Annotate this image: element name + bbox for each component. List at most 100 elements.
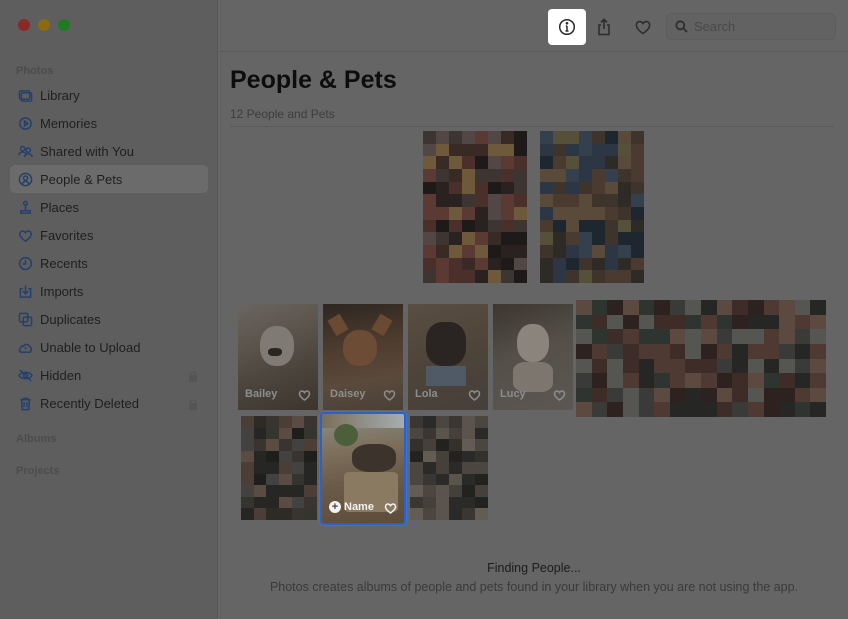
sidebar-item-label: Unable to Upload <box>40 339 141 355</box>
mosaic-cell <box>462 508 475 520</box>
mosaic-cell <box>436 131 449 144</box>
mosaic-cell <box>631 131 644 144</box>
mosaic-cell <box>566 270 579 283</box>
mosaic-cell <box>410 427 423 440</box>
mosaic-cell <box>638 343 655 359</box>
sidebar-item-duplicates[interactable]: Duplicates <box>10 305 208 333</box>
mosaic-cell <box>716 387 733 403</box>
heart-icon[interactable] <box>468 388 481 401</box>
mosaic-cell <box>266 416 279 428</box>
mosaic-cell <box>732 358 748 374</box>
mosaic-cell <box>475 473 488 486</box>
mosaic-cell <box>514 245 527 258</box>
sidebar-item-shared-with-you[interactable]: Shared with You <box>10 137 208 165</box>
mosaic-cell <box>763 387 780 403</box>
favorite-button[interactable] <box>624 9 662 45</box>
mosaic-cell <box>810 300 826 315</box>
pet-tile-daisey[interactable]: Daisey <box>323 304 403 410</box>
person-tile[interactable] <box>576 300 826 417</box>
mosaic-cell <box>475 485 488 497</box>
sidebar-item-people-and-pets[interactable]: People & Pets <box>10 165 208 193</box>
sidebar-item-library[interactable]: Library <box>10 81 208 109</box>
mosaic-cell <box>488 169 501 182</box>
mosaic-cell <box>462 270 475 283</box>
mosaic-cell <box>475 439 488 451</box>
mosaic-cell <box>475 194 488 207</box>
heart-icon[interactable] <box>384 501 397 514</box>
section-label-albums[interactable]: Albums <box>16 433 56 445</box>
mosaic-cell <box>631 219 644 233</box>
mosaic-cell <box>304 450 317 463</box>
heart-icon[interactable] <box>383 388 396 401</box>
person-tile[interactable] <box>410 416 488 520</box>
mosaic-cell <box>449 270 462 283</box>
sidebar-item-recently-deleted[interactable]: Recently Deleted <box>10 389 208 417</box>
sidebar-item-favorites[interactable]: Favorites <box>10 221 208 249</box>
section-label-projects[interactable]: Projects <box>16 465 59 477</box>
mosaic-cell <box>462 169 475 182</box>
mosaic-cell <box>514 219 527 233</box>
info-button[interactable] <box>548 9 586 45</box>
close-window-button[interactable] <box>18 19 30 31</box>
mosaic-cell <box>654 358 670 374</box>
mosaic-cell <box>622 329 639 344</box>
mosaic-cell <box>669 373 686 388</box>
mosaic-cell <box>266 473 279 486</box>
mosaic-cell <box>716 329 733 344</box>
mosaic-cell <box>566 207 579 220</box>
mosaic-cell <box>810 387 826 403</box>
add-name-label: Name <box>344 501 374 513</box>
share-button[interactable] <box>585 9 623 45</box>
window-controls <box>18 19 70 31</box>
mosaic-cell <box>462 450 475 463</box>
person-tile[interactable] <box>423 131 527 283</box>
mosaic-cell <box>436 169 449 182</box>
mosaic-cell <box>475 450 488 463</box>
mosaic-cell <box>669 343 686 359</box>
heart-icon[interactable] <box>553 388 566 401</box>
mosaic-cell <box>514 181 527 195</box>
unnamed-pet-tile[interactable]: + Name <box>320 412 406 525</box>
mosaic-cell <box>462 207 475 220</box>
mosaic-cell <box>553 143 566 157</box>
mosaic-cell <box>253 508 267 520</box>
mosaic-cell <box>618 156 631 169</box>
sidebar-item-hidden[interactable]: Hidden <box>10 361 208 389</box>
mosaic-cell <box>685 329 701 344</box>
sidebar-item-recents[interactable]: Recents <box>10 249 208 277</box>
add-name-button[interactable]: + Name <box>329 501 374 513</box>
mosaic-cell <box>436 508 449 520</box>
mosaic-cell <box>488 245 501 258</box>
mosaic-cell <box>514 143 527 157</box>
pet-tile-lucy[interactable]: Lucy <box>493 304 573 410</box>
mosaic-cell <box>618 143 631 157</box>
mosaic-cell <box>685 343 701 359</box>
mosaic-cell <box>475 156 488 169</box>
heart-icon[interactable] <box>298 388 311 401</box>
sidebar-item-memories[interactable]: Memories <box>10 109 208 137</box>
minimize-window-button[interactable] <box>38 19 50 31</box>
mosaic-cell <box>279 508 292 520</box>
sidebar-item-places[interactable]: Places <box>10 193 208 221</box>
maximize-window-button[interactable] <box>58 19 70 31</box>
mosaic-cell <box>618 219 631 233</box>
person-tile[interactable] <box>540 131 644 283</box>
mosaic-cell <box>592 143 605 157</box>
mosaic-cell <box>631 181 644 195</box>
pet-tile-bailey[interactable]: Bailey <box>238 304 318 410</box>
mosaic-cell <box>423 473 436 486</box>
search-field[interactable] <box>666 13 836 40</box>
mosaic-cell <box>747 329 764 344</box>
mosaic-cell <box>241 508 254 520</box>
mosaic-cell <box>810 343 826 359</box>
mosaic-cell <box>576 314 592 330</box>
mosaic-cell <box>253 427 267 440</box>
mosaic-cell <box>475 427 488 440</box>
person-tile[interactable] <box>241 416 317 520</box>
sidebar-item-unable-to-upload[interactable]: Unable to Upload <box>10 333 208 361</box>
search-input[interactable] <box>694 19 824 34</box>
sidebar-item-imports[interactable]: Imports <box>10 277 208 305</box>
mosaic-cell <box>622 387 639 403</box>
mosaic-cell <box>579 219 592 233</box>
pet-tile-lola[interactable]: Lola <box>408 304 488 410</box>
